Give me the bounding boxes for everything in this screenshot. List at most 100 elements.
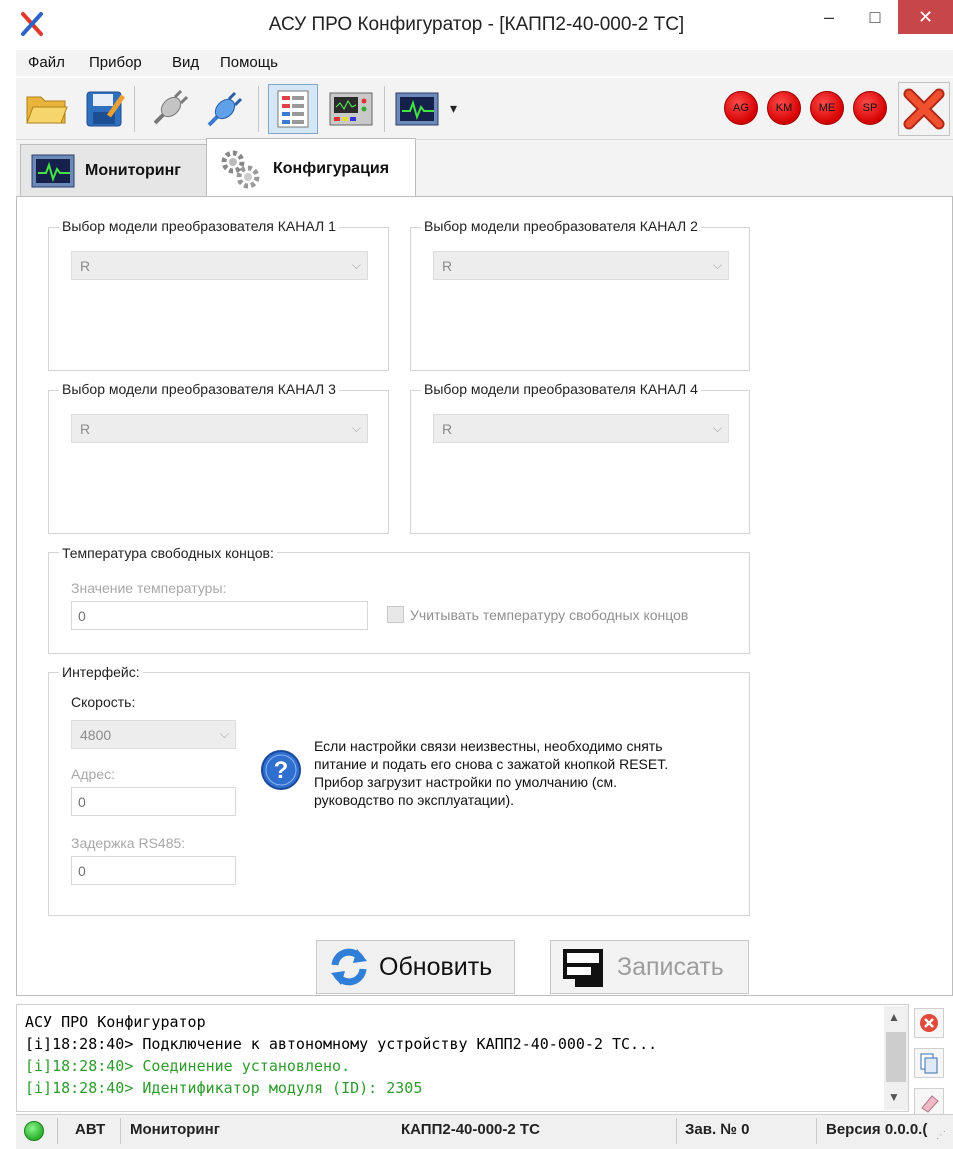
channel-4-model-select[interactable]: R ⌵ xyxy=(433,414,729,443)
help-question-icon: ? xyxy=(260,749,302,791)
toolbar-dropdown-arrow[interactable]: ▾ xyxy=(450,100,457,117)
gears-icon xyxy=(217,146,263,192)
copy-icon xyxy=(919,1052,939,1074)
status-serial-number: Зав. № 0 xyxy=(685,1121,750,1138)
device-panel-icon[interactable] xyxy=(326,84,376,134)
help-text: Если настройки связи неизвестны, необход… xyxy=(314,737,668,809)
rs485-delay-field[interactable]: 0 xyxy=(71,856,236,885)
eraser-icon xyxy=(918,1092,940,1114)
channel-1-title: Выбор модели преобразователя КАНАЛ 1 xyxy=(59,218,339,234)
menu-view[interactable]: Вид xyxy=(172,54,199,71)
chevron-down-icon: ⌵ xyxy=(712,258,722,272)
channel-4-group xyxy=(410,390,750,534)
write-device-icon xyxy=(561,945,605,989)
status-view: Мониторинг xyxy=(130,1121,220,1138)
status-version: Версия 0.0.0.( xyxy=(826,1121,928,1138)
help-text-line: руководство по эксплуатации). xyxy=(314,792,514,808)
save-icon[interactable] xyxy=(80,84,130,134)
channel-4-title: Выбор модели преобразователя КАНАЛ 4 xyxy=(421,381,701,397)
monitor-chart-icon[interactable] xyxy=(392,84,442,134)
flag-me-indicator[interactable]: ME xyxy=(810,91,844,125)
disconnect-icon[interactable] xyxy=(144,84,194,134)
channel-1-model-select[interactable]: R ⌵ xyxy=(71,251,368,280)
refresh-button-label: Обновить xyxy=(379,952,493,981)
write-button[interactable]: Записать xyxy=(550,940,749,994)
speed-select[interactable]: 4800 ⌵ xyxy=(71,720,236,749)
chevron-down-icon: ⌵ xyxy=(351,258,361,272)
log-line: [i]18:28:40> Соединение установлено. xyxy=(25,1057,351,1075)
select-value: R xyxy=(442,420,453,437)
channel-2-model-select[interactable]: R ⌵ xyxy=(433,251,729,280)
toolbar-separator xyxy=(384,86,385,132)
select-value: R xyxy=(442,257,453,274)
stop-icon[interactable] xyxy=(898,82,950,136)
log-scrollbar-thumb[interactable] xyxy=(886,1032,906,1082)
log-line: [i]18:28:40> Подключение к автономному у… xyxy=(25,1035,658,1053)
maximize-button[interactable]: □ xyxy=(852,0,898,34)
status-device: КАПП2-40-000-2 ТС xyxy=(401,1121,540,1138)
status-separator xyxy=(120,1118,121,1144)
select-value: 4800 xyxy=(80,726,112,743)
connection-status-icon xyxy=(24,1121,44,1141)
address-field[interactable]: 0 xyxy=(71,787,236,816)
resize-grip-icon[interactable]: ⋰ xyxy=(936,1130,946,1141)
chevron-down-icon: ⌵ xyxy=(351,421,361,435)
close-window-button[interactable]: ✕ xyxy=(898,0,953,34)
cold-junction-title: Температура свободных концов: xyxy=(59,545,277,561)
channel-3-group xyxy=(48,390,389,534)
channel-2-group xyxy=(410,227,750,371)
status-separator xyxy=(816,1118,817,1144)
temperature-value-field[interactable]: 0 xyxy=(71,601,368,630)
flag-ag-indicator[interactable]: AG xyxy=(724,91,758,125)
select-value: R xyxy=(80,257,91,274)
tab-monitoring[interactable]: Мониторинг xyxy=(20,144,208,196)
tab-configuration[interactable]: Конфигурация xyxy=(206,138,416,198)
menu-help[interactable]: Помощь xyxy=(220,54,278,71)
tab-label: Мониторинг xyxy=(85,161,181,179)
toolbar-separator xyxy=(258,86,259,132)
menu-device[interactable]: Прибор xyxy=(89,54,142,71)
channel-1-group xyxy=(48,227,389,371)
rs485-delay-label: Задержка RS485: xyxy=(71,835,186,851)
write-button-label: Записать xyxy=(617,952,724,981)
scroll-down-icon[interactable]: ▼ xyxy=(888,1090,900,1104)
temperature-value-label: Значение температуры: xyxy=(71,580,227,596)
open-folder-icon[interactable] xyxy=(22,84,72,134)
status-mode: АВТ xyxy=(75,1121,106,1138)
cold-junction-checkbox-label: Учитывать температуру свободных концов xyxy=(410,607,689,623)
clear-log-button[interactable] xyxy=(914,1008,944,1038)
log-line: [i]18:28:40> Идентификатор модуля (ID): … xyxy=(25,1079,423,1097)
toolbar-separator xyxy=(134,86,135,132)
flag-sp-indicator[interactable]: SP xyxy=(853,91,887,125)
log-line: АСУ ПРО Конфигуратор xyxy=(25,1013,206,1031)
interface-title: Интерфейс: xyxy=(59,664,143,680)
flag-km-indicator[interactable]: KM xyxy=(767,91,801,125)
chevron-down-icon: ⌵ xyxy=(712,421,722,435)
status-separator xyxy=(57,1118,58,1144)
help-text-line: Если настройки связи неизвестны, необход… xyxy=(314,738,663,754)
connect-icon[interactable] xyxy=(200,84,250,134)
chevron-down-icon: ⌵ xyxy=(219,727,229,741)
refresh-button[interactable]: Обновить xyxy=(316,940,515,994)
scroll-up-icon[interactable]: ▲ xyxy=(888,1010,900,1024)
channel-2-title: Выбор модели преобразователя КАНАЛ 2 xyxy=(421,218,701,234)
help-text-line: питание и подать его снова с зажатой кно… xyxy=(314,756,669,772)
tab-label: Конфигурация xyxy=(273,159,390,177)
copy-log-button[interactable] xyxy=(914,1048,944,1078)
error-circle-icon xyxy=(919,1013,939,1033)
menu-bar xyxy=(16,50,953,76)
svg-text:?: ? xyxy=(274,757,289,784)
config-view-icon[interactable] xyxy=(268,84,318,134)
channel-3-title: Выбор модели преобразователя КАНАЛ 3 xyxy=(59,381,339,397)
log-panel[interactable]: АСУ ПРО Конфигуратор [i]18:28:40> Подклю… xyxy=(16,1004,909,1112)
minimize-button[interactable]: – xyxy=(806,0,852,34)
status-separator xyxy=(676,1118,677,1144)
select-value: R xyxy=(80,420,91,437)
monitor-chart-icon xyxy=(31,154,75,188)
refresh-icon xyxy=(327,945,371,989)
cold-junction-checkbox[interactable] xyxy=(387,606,404,623)
address-label: Адрес: xyxy=(71,766,115,782)
channel-3-model-select[interactable]: R ⌵ xyxy=(71,414,368,443)
menu-file[interactable]: Файл xyxy=(28,54,65,71)
help-text-line: Прибор загрузит настройки по умолчанию (… xyxy=(314,774,618,790)
